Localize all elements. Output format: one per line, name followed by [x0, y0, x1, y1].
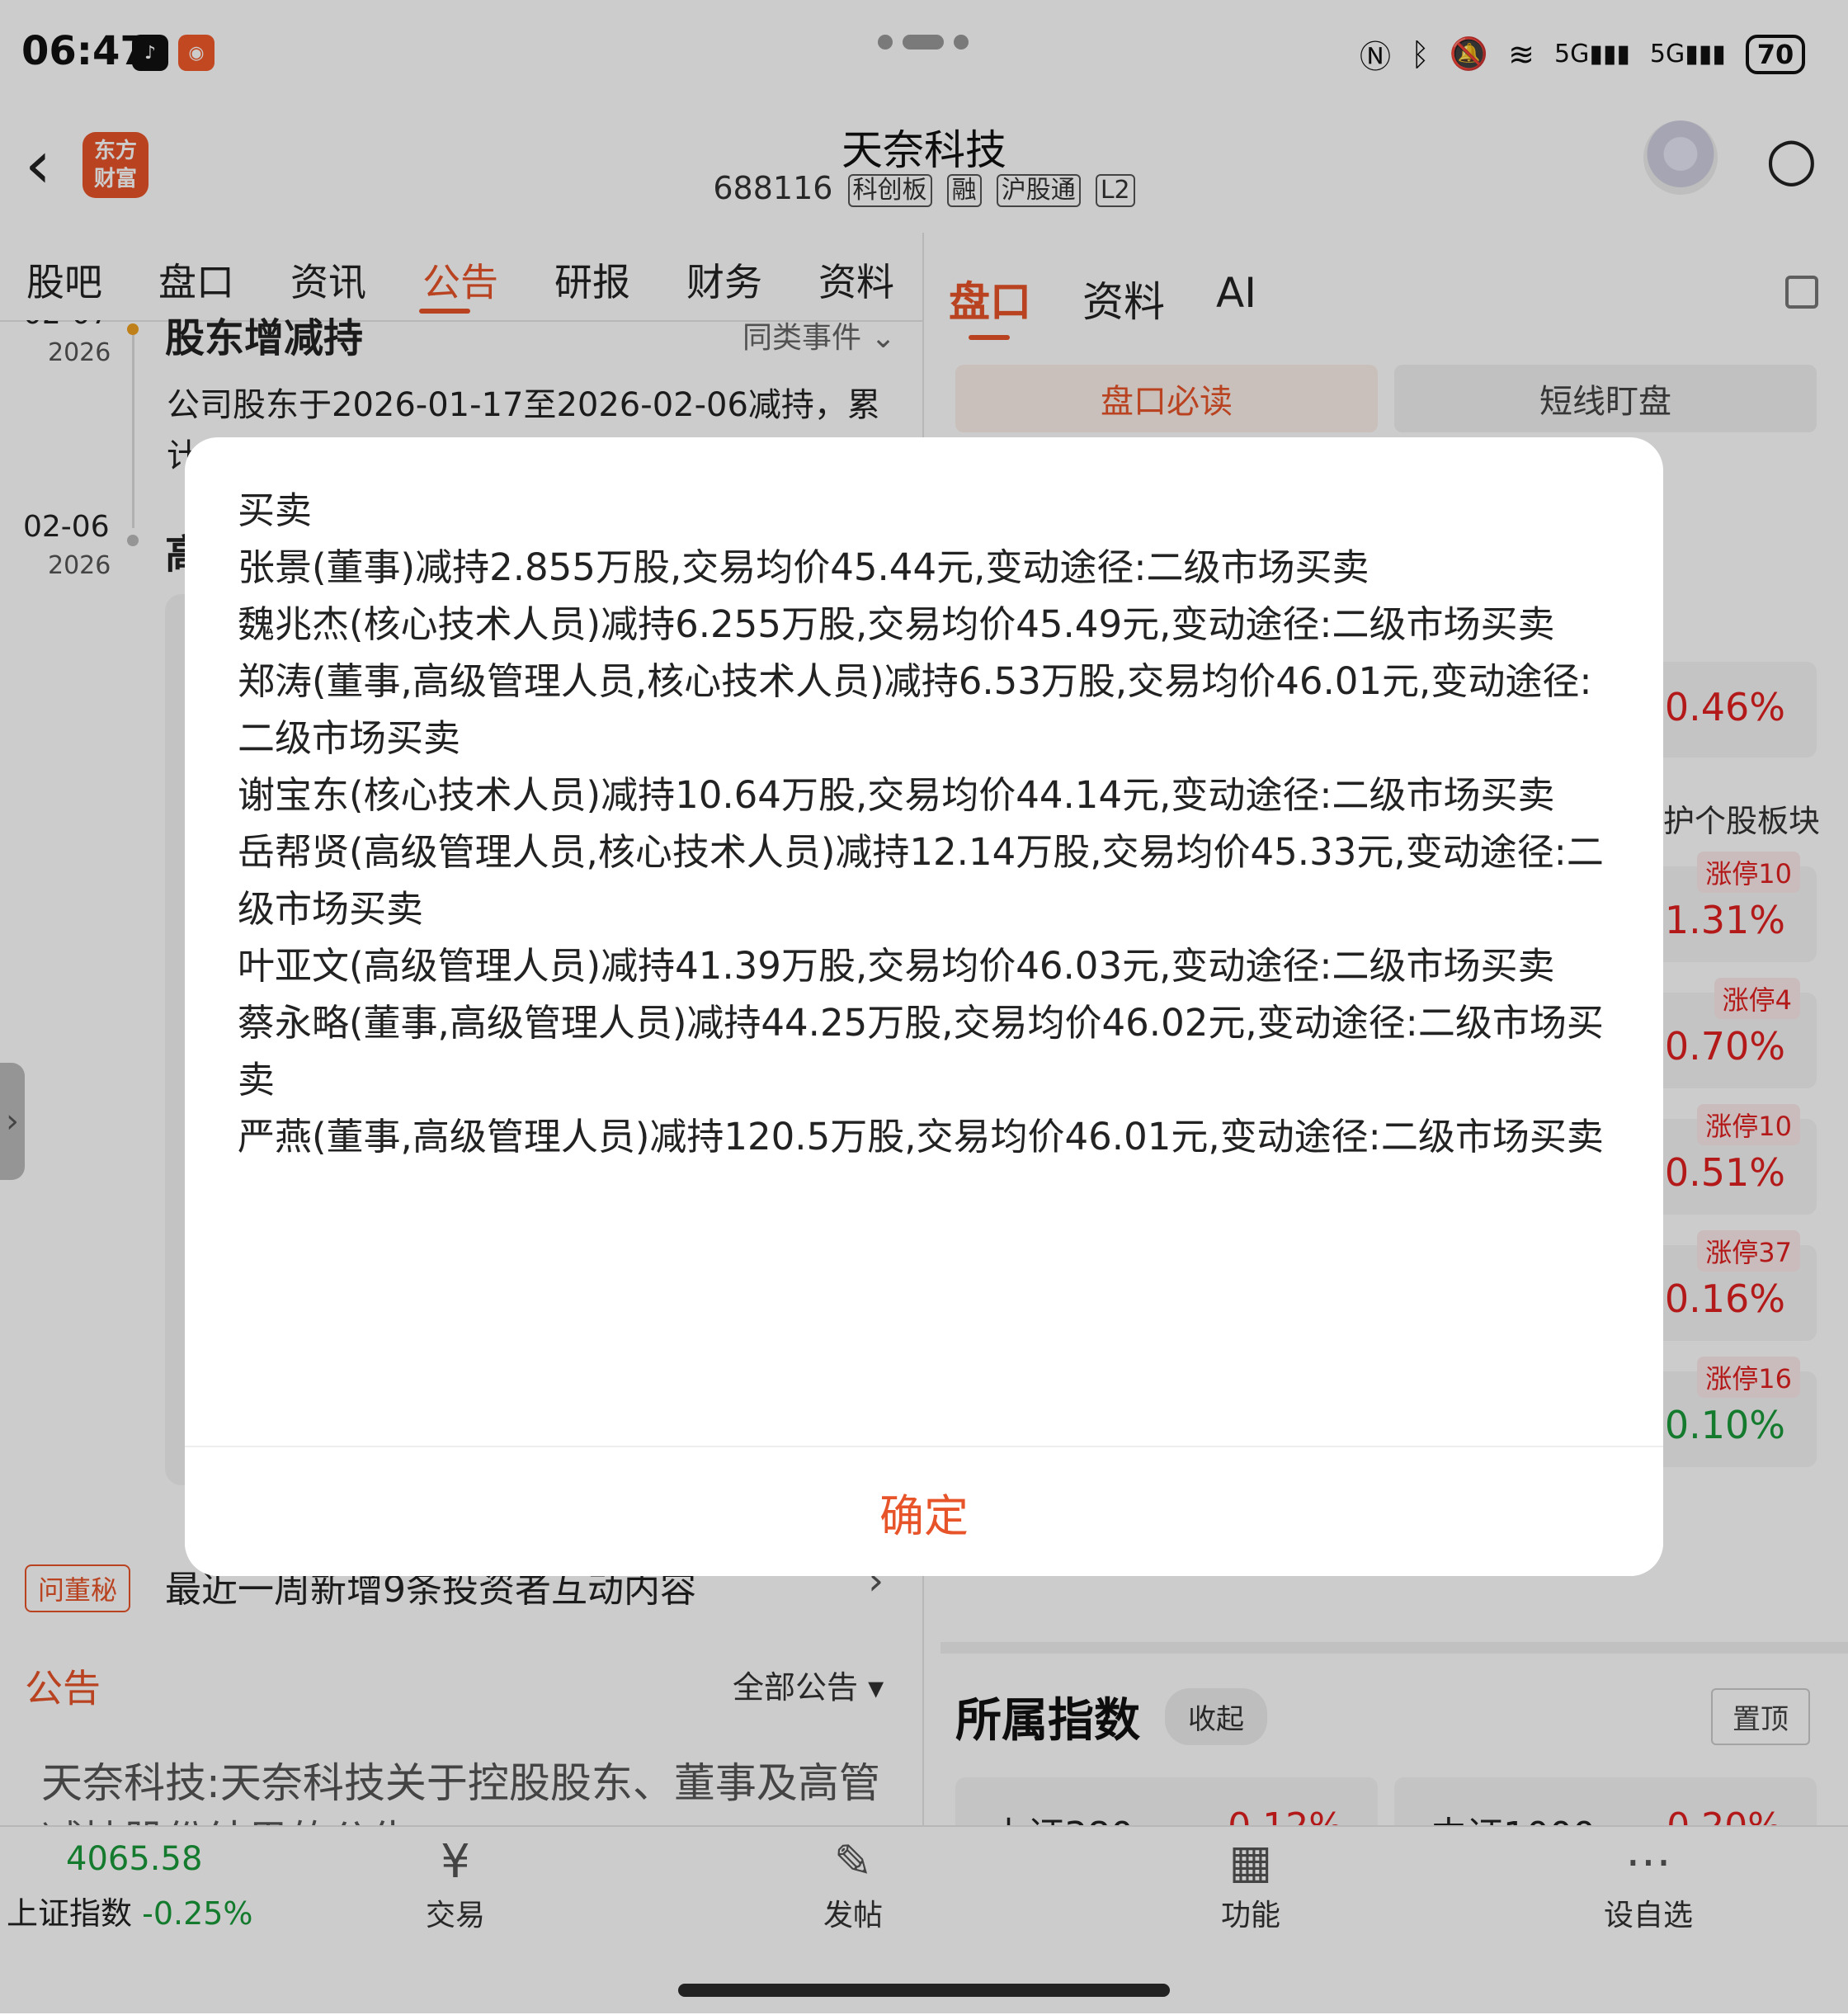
dialog-content: 买卖 张景(董事)减持2.855万股,交易均价45.44元,变动途径:二级市场买…	[238, 482, 1624, 1165]
dialog-line: 魏兆杰(核心技术人员)减持6.255万股,交易均价45.49元,变动途径:二级市…	[238, 602, 1555, 646]
holding-change-dialog: 买卖 张景(董事)减持2.855万股,交易均价45.44元,变动途径:二级市场买…	[185, 437, 1663, 1576]
dialog-line: 买卖	[238, 488, 313, 532]
dialog-line: 严燕(董事,高级管理人员)减持120.5万股,交易均价46.01元,变动途径:二…	[238, 1115, 1604, 1159]
confirm-button[interactable]: 确定	[185, 1447, 1663, 1576]
dialog-line: 蔡永略(董事,高级管理人员)减持44.25万股,交易均价46.02元,变动途径:…	[238, 1001, 1604, 1102]
dialog-line: 张景(董事)减持2.855万股,交易均价45.44元,变动途径:二级市场买卖	[238, 545, 1370, 589]
dialog-line: 叶亚文(高级管理人员)减持41.39万股,交易均价46.03元,变动途径:二级市…	[238, 944, 1555, 988]
dialog-line: 郑涛(董事,高级管理人员,核心技术人员)减持6.53万股,交易均价46.01元,…	[238, 659, 1592, 760]
dialog-line: 岳帮贤(高级管理人员,核心技术人员)减持12.14万股,交易均价45.33元,变…	[238, 830, 1604, 931]
home-indicator[interactable]	[678, 1984, 1170, 1997]
dialog-line: 谢宝东(核心技术人员)减持10.64万股,交易均价44.14元,变动途径:二级市…	[238, 773, 1555, 817]
